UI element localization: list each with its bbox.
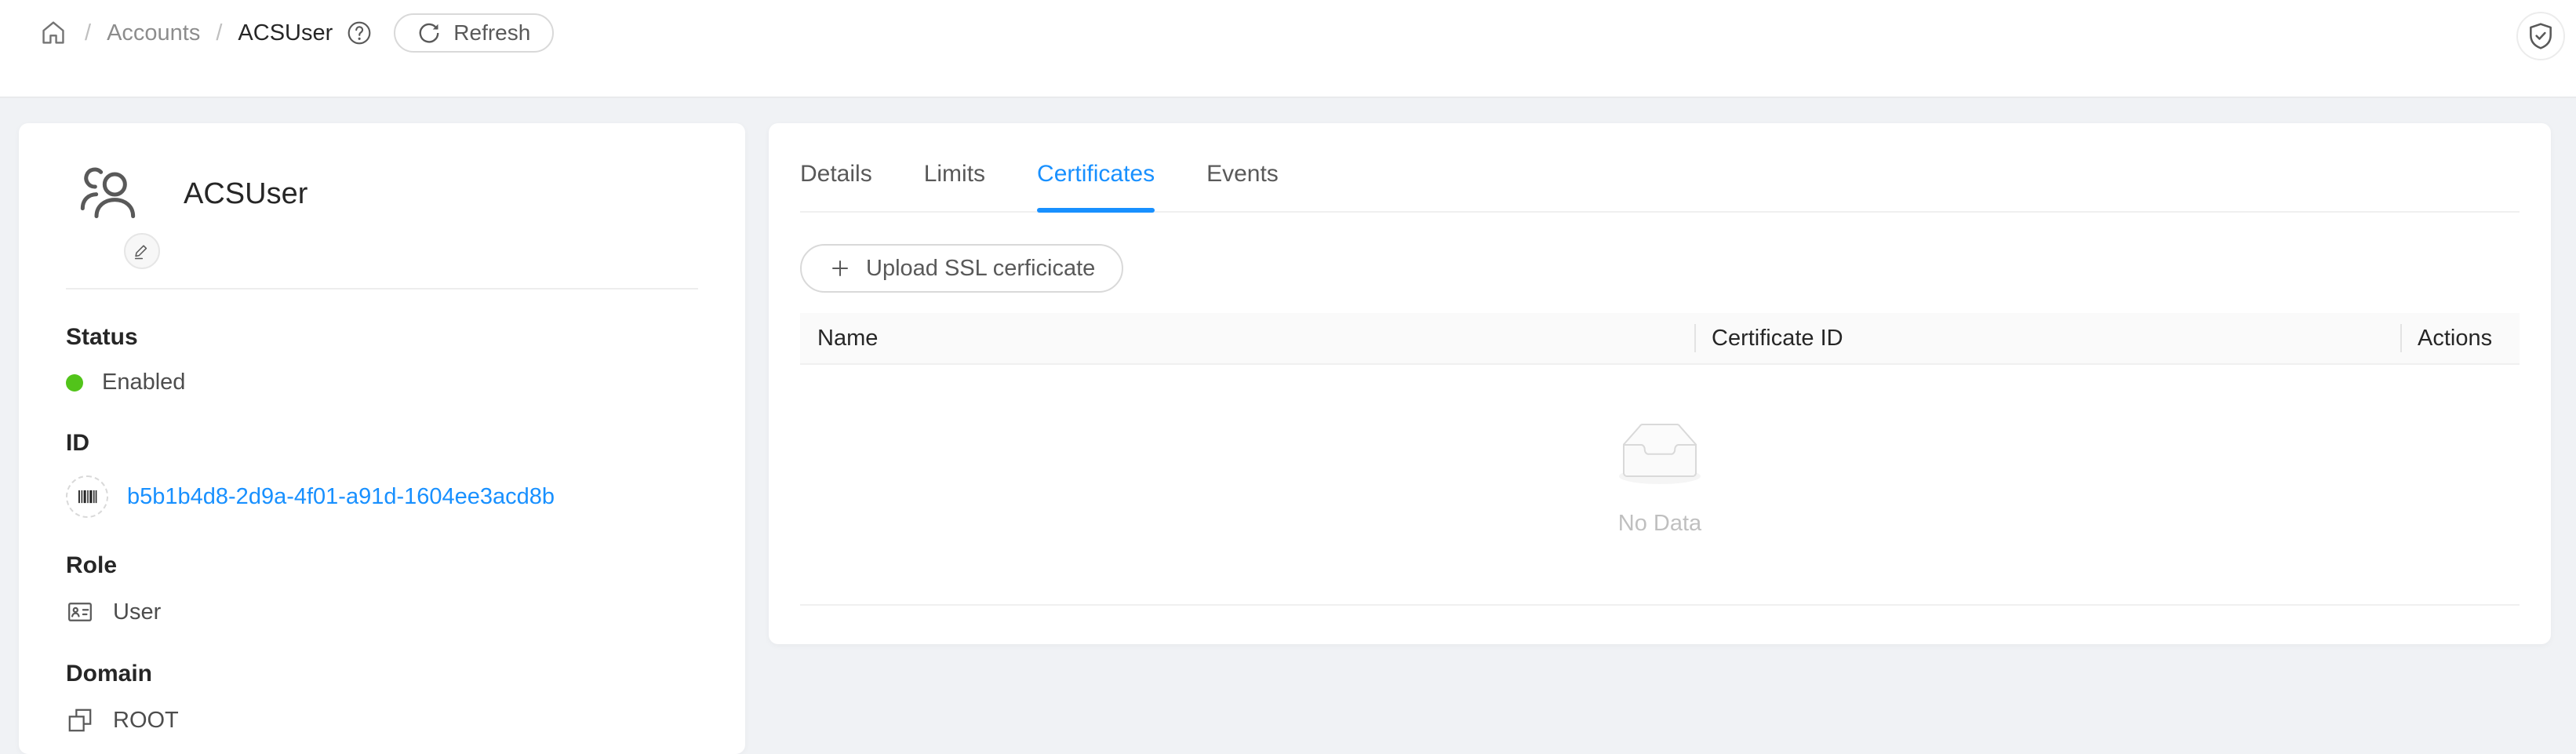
profile-head: ACSUser xyxy=(66,162,698,225)
status-dot-icon xyxy=(66,374,83,392)
question-circle-icon[interactable] xyxy=(345,19,373,47)
barcode-icon xyxy=(66,475,108,518)
tab-events[interactable]: Events xyxy=(1206,161,1279,211)
domain-section: Domain ROOT xyxy=(66,661,698,734)
id-row: b5b1b4d8-2d9a-4f01-a91d-1604ee3acd8b xyxy=(66,475,698,518)
role-section: Role User xyxy=(66,552,698,626)
tabs-bar: Details Limits Certificates Events xyxy=(800,123,2520,213)
breadcrumb-current: ACSUser xyxy=(238,20,333,46)
account-detail-card: Details Limits Certificates Events Uploa… xyxy=(769,123,2551,644)
status-row: Enabled xyxy=(66,370,698,395)
plus-icon xyxy=(828,257,852,280)
account-title: ACSUser xyxy=(184,177,307,211)
breadcrumb-separator: / xyxy=(85,20,91,46)
block-icon xyxy=(66,706,94,734)
empty-state: No Data xyxy=(800,365,2520,606)
id-label: ID xyxy=(66,430,698,457)
breadcrumb-accounts[interactable]: Accounts xyxy=(107,20,200,46)
breadcrumb: / Accounts / ACSUser Refresh xyxy=(38,13,2576,53)
no-data-text: No Data xyxy=(1618,511,1701,537)
column-header-name: Name xyxy=(800,326,1694,352)
certificates-table: Name Certificate ID Actions xyxy=(800,313,2520,606)
upload-ssl-certificate-button[interactable]: Upload SSL cerficicate xyxy=(800,244,1123,293)
status-section: Status Enabled xyxy=(66,324,698,395)
role-row: User xyxy=(66,598,698,626)
domain-row: ROOT xyxy=(66,706,698,734)
shield-check-button[interactable] xyxy=(2516,12,2565,60)
upload-ssl-certificate-label: Upload SSL cerficicate xyxy=(866,256,1095,282)
refresh-button[interactable]: Refresh xyxy=(394,13,554,53)
role-label: Role xyxy=(66,552,698,579)
refresh-label: Refresh xyxy=(453,20,530,46)
domain-label: Domain xyxy=(66,661,698,687)
reload-icon xyxy=(417,21,441,45)
page: / Accounts / ACSUser Refresh xyxy=(0,0,2576,754)
shield-check-icon xyxy=(2526,21,2556,51)
table-header-row: Name Certificate ID Actions xyxy=(800,313,2520,365)
team-icon xyxy=(78,162,141,225)
top-header: / Accounts / ACSUser Refresh xyxy=(0,0,2576,98)
divider xyxy=(66,288,698,290)
domain-value: ROOT xyxy=(113,708,179,734)
edit-pencil-icon xyxy=(132,241,152,261)
empty-inbox-icon xyxy=(1610,423,1710,487)
tab-certificates[interactable]: Certificates xyxy=(1037,161,1155,211)
column-header-certificate-id: Certificate ID xyxy=(1694,326,2400,352)
account-info-card: ACSUser Status Enabled ID xyxy=(19,123,745,754)
tab-limits[interactable]: Limits xyxy=(924,161,985,211)
idcard-icon xyxy=(66,598,94,626)
status-label: Status xyxy=(66,324,698,351)
id-section: ID b5b1b4d8-2d9a-4f01-a91d-1604ee3acd8b xyxy=(66,430,698,518)
role-value: User xyxy=(113,599,161,625)
home-icon[interactable] xyxy=(38,17,69,49)
status-value: Enabled xyxy=(102,370,185,395)
edit-button[interactable] xyxy=(124,233,160,269)
column-header-actions: Actions xyxy=(2400,326,2520,352)
tab-details[interactable]: Details xyxy=(800,161,872,211)
account-id-link[interactable]: b5b1b4d8-2d9a-4f01-a91d-1604ee3acd8b xyxy=(127,484,555,510)
breadcrumb-separator: / xyxy=(216,20,222,46)
